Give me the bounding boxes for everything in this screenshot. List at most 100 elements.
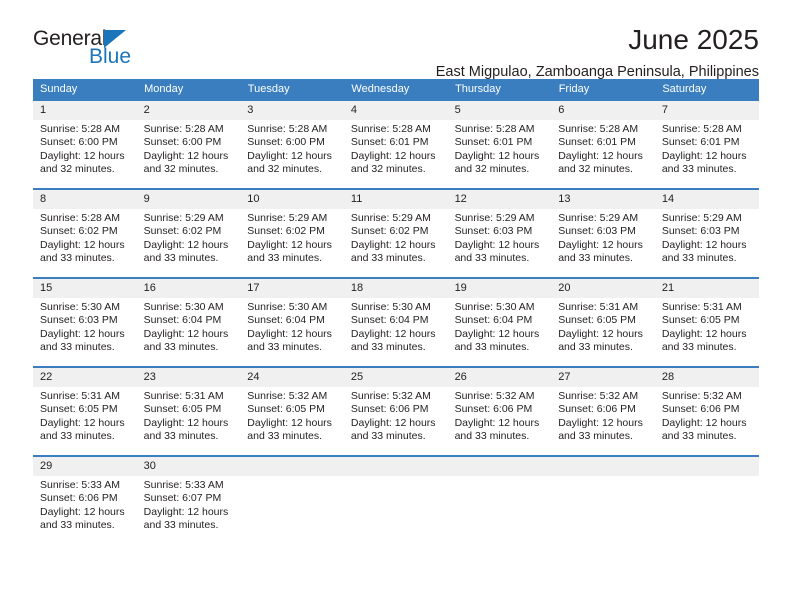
daylight-line-1-text: Daylight: 12 hours: [454, 327, 540, 340]
daylight-line-1-text: Daylight: 12 hours: [247, 416, 332, 429]
day-details: Sunrise: 5:32 AM Sunset: 6:05 PM Daylight:…: [240, 387, 344, 443]
calendar-day-cell[interactable]: 1 Sunrise: 5:28 AM Sunset: 6:00 PM Daylight…: [33, 99, 137, 189]
daylight-line-2-text: and 33 minutes.: [247, 251, 322, 264]
general-blue-logo[interactable]: General Blue: [33, 28, 213, 76]
sunrise-text: Sunrise: 5:30 AM: [143, 301, 224, 313]
daylight-line-1-text: Daylight: 12 hours: [350, 327, 436, 340]
sunset-text: Sunset: 6:04 PM: [350, 314, 429, 327]
sunset-text: Sunset: 6:03 PM: [40, 314, 118, 327]
calendar-day-cell[interactable]: 28 Sunrise: 5:32 AM Sunset: 6:06 PM Dayligh…: [654, 366, 759, 456]
sunrise-text: Sunrise: 5:28 AM: [40, 212, 120, 224]
day-details: Sunrise: 5:32 AM Sunset: 6:06 PM Daylight:…: [551, 387, 655, 443]
sunrise-text: Sunrise: 5:33 AM: [143, 479, 224, 491]
calendar-day-cell[interactable]: 2 Sunrise: 5:28 AM Sunset: 6:00 PM Daylight…: [136, 99, 241, 189]
day-number: 5: [447, 101, 552, 120]
calendar-day-cell[interactable]: 24 Sunrise: 5:32 AM Sunset: 6:05 PM Dayligh…: [240, 366, 344, 456]
calendar-day-cell[interactable]: 27 Sunrise: 5:32 AM Sunset: 6:06 PM Dayligh…: [551, 366, 655, 456]
daylight-line-1-text: Daylight: 12 hours: [143, 238, 229, 251]
daylight-line-1-text: Daylight: 12 hours: [143, 416, 229, 429]
calendar-day-cell[interactable]: 6 Sunrise: 5:28 AM Sunset: 6:01 PM Daylight…: [551, 99, 655, 189]
calendar-day-cell[interactable]: 8 Sunrise: 5:28 AM Sunset: 6:02 PM Daylight…: [33, 188, 137, 278]
calendar-week-row: 1 Sunrise: 5:28 AM Sunset: 6:00 PM Daylight…: [33, 99, 759, 189]
calendar-day-cell[interactable]: 19 Sunrise: 5:30 AM Sunset: 6:04 PM Dayligh…: [447, 277, 552, 367]
sunrise-text: Sunrise: 5:29 AM: [350, 212, 431, 224]
day-details: Sunrise: 5:32 AM Sunset: 6:06 PM Daylight:…: [655, 387, 759, 443]
daylight-line-1-text: Daylight: 12 hours: [454, 149, 540, 162]
weekday-header-wednesday: Wednesday: [343, 79, 449, 100]
sunset-text: Sunset: 6:02 PM: [350, 225, 429, 238]
calendar-week-row: 29 Sunrise: 5:33 AM Sunset: 6:06 PM Dayligh…: [33, 455, 759, 545]
calendar-page: General Blue June 2025 East Migpulao, Za…: [0, 0, 792, 612]
calendar-day-cell[interactable]: 10 Sunrise: 5:29 AM Sunset: 6:02 PM Dayligh…: [240, 188, 344, 278]
calendar-day-cell[interactable]: 13 Sunrise: 5:29 AM Sunset: 6:03 PM Dayligh…: [551, 188, 655, 278]
weekday-header-sunday: Sunday: [33, 79, 138, 100]
sunset-text: Sunset: 6:03 PM: [454, 225, 533, 238]
day-number: 16: [136, 279, 241, 298]
calendar-day-cell[interactable]: 29 Sunrise: 5:33 AM Sunset: 6:06 PM Dayligh…: [33, 455, 137, 545]
sunrise-text: Sunrise: 5:29 AM: [247, 212, 328, 224]
calendar-day-cell[interactable]: 3 Sunrise: 5:28 AM Sunset: 6:00 PM Daylight…: [240, 99, 344, 189]
daylight-line-2-text: and 33 minutes.: [558, 251, 633, 264]
sunrise-text: Sunrise: 5:28 AM: [247, 123, 328, 135]
calendar-body: 1 Sunrise: 5:28 AM Sunset: 6:00 PM Daylight…: [33, 99, 759, 545]
sunrise-text: Sunrise: 5:30 AM: [247, 301, 328, 313]
daylight-line-1-text: Daylight: 12 hours: [350, 416, 436, 429]
day-number: 29: [33, 457, 137, 476]
calendar-day-cell[interactable]: 15 Sunrise: 5:30 AM Sunset: 6:03 PM Dayligh…: [33, 277, 137, 367]
calendar-day-cell[interactable]: 11 Sunrise: 5:29 AM Sunset: 6:02 PM Dayligh…: [343, 188, 448, 278]
daylight-line-2-text: and 33 minutes.: [40, 340, 115, 353]
sunset-text: Sunset: 6:04 PM: [143, 314, 222, 327]
calendar-header-row: Sunday Monday Tuesday Wednesday Thursday Frid…: [33, 79, 759, 100]
daylight-line-1-text: Daylight: 12 hours: [143, 149, 229, 162]
daylight-line-1-text: Daylight: 12 hours: [661, 149, 747, 162]
sunset-text: Sunset: 6:03 PM: [661, 225, 740, 238]
calendar-week-row: 22 Sunrise: 5:31 AM Sunset: 6:05 PM Dayligh…: [33, 366, 759, 456]
day-details: Sunrise: 5:28 AM Sunset: 6:02 PM Daylight:…: [33, 209, 137, 265]
daylight-line-1-text: Daylight: 12 hours: [661, 416, 747, 429]
day-details: Sunrise: 5:30 AM Sunset: 6:03 PM Daylight:…: [33, 298, 137, 354]
calendar-day-cell[interactable]: 23 Sunrise: 5:31 AM Sunset: 6:05 PM Dayligh…: [136, 366, 241, 456]
daylight-line-1-text: Daylight: 12 hours: [454, 238, 540, 251]
daylight-line-2-text: and 33 minutes.: [454, 429, 530, 442]
day-number: 11: [343, 190, 448, 209]
calendar-day-cell[interactable]: 5 Sunrise: 5:28 AM Sunset: 6:01 PM Daylight…: [447, 99, 552, 189]
calendar-day-cell-empty: [240, 455, 344, 545]
daylight-line-1-text: Daylight: 12 hours: [454, 416, 540, 429]
calendar-day-cell[interactable]: 21 Sunrise: 5:31 AM Sunset: 6:05 PM Dayligh…: [654, 277, 759, 367]
daylight-line-1-text: Daylight: 12 hours: [661, 238, 747, 251]
daylight-line-1-text: Daylight: 12 hours: [661, 327, 747, 340]
calendar-day-cell[interactable]: 30 Sunrise: 5:33 AM Sunset: 6:07 PM Dayligh…: [136, 455, 241, 545]
calendar-day-cell[interactable]: 20 Sunrise: 5:31 AM Sunset: 6:05 PM Dayligh…: [551, 277, 655, 367]
daylight-line-2-text: and 33 minutes.: [143, 518, 219, 531]
calendar-day-cell[interactable]: 26 Sunrise: 5:32 AM Sunset: 6:06 PM Dayligh…: [447, 366, 552, 456]
daylight-line-1-text: Daylight: 12 hours: [143, 505, 229, 518]
day-details: Sunrise: 5:29 AM Sunset: 6:02 PM Daylight:…: [137, 209, 241, 265]
day-number: 1: [33, 101, 137, 120]
calendar-day-cell[interactable]: 7 Sunrise: 5:28 AM Sunset: 6:01 PM Daylight…: [654, 99, 759, 189]
daylight-line-2-text: and 33 minutes.: [558, 429, 633, 442]
calendar-day-cell[interactable]: 14 Sunrise: 5:29 AM Sunset: 6:03 PM Dayligh…: [654, 188, 759, 278]
calendar-day-cell[interactable]: 4 Sunrise: 5:28 AM Sunset: 6:01 PM Daylight…: [343, 99, 448, 189]
calendar-day-cell[interactable]: 25 Sunrise: 5:32 AM Sunset: 6:06 PM Dayligh…: [343, 366, 448, 456]
calendar-day-cell[interactable]: 12 Sunrise: 5:29 AM Sunset: 6:03 PM Dayligh…: [447, 188, 552, 278]
daylight-line-1-text: Daylight: 12 hours: [350, 238, 436, 251]
calendar-day-cell[interactable]: 22 Sunrise: 5:31 AM Sunset: 6:05 PM Dayligh…: [33, 366, 137, 456]
sunset-text: Sunset: 6:05 PM: [661, 314, 740, 327]
daylight-line-2-text: and 33 minutes.: [350, 340, 426, 353]
sunset-text: Sunset: 6:06 PM: [454, 403, 533, 416]
sunset-text: Sunset: 6:05 PM: [558, 314, 636, 327]
weekday-header-saturday: Saturday: [654, 79, 759, 100]
calendar-day-cell[interactable]: 18 Sunrise: 5:30 AM Sunset: 6:04 PM Dayligh…: [343, 277, 448, 367]
sunset-text: Sunset: 6:05 PM: [40, 403, 118, 416]
daylight-line-1-text: Daylight: 12 hours: [350, 149, 436, 162]
calendar-day-cell[interactable]: 9 Sunrise: 5:29 AM Sunset: 6:02 PM Daylight…: [136, 188, 241, 278]
day-details: Sunrise: 5:30 AM Sunset: 6:04 PM Daylight:…: [448, 298, 552, 354]
daylight-line-2-text: and 33 minutes.: [454, 251, 530, 264]
day-details: Sunrise: 5:31 AM Sunset: 6:05 PM Daylight:…: [33, 387, 137, 443]
calendar-week-row: 15 Sunrise: 5:30 AM Sunset: 6:03 PM Dayligh…: [33, 277, 759, 367]
daylight-line-1-text: Daylight: 12 hours: [40, 238, 125, 251]
calendar-day-cell[interactable]: 17 Sunrise: 5:30 AM Sunset: 6:04 PM Dayligh…: [240, 277, 344, 367]
calendar-day-cell[interactable]: 16 Sunrise: 5:30 AM Sunset: 6:04 PM Dayligh…: [136, 277, 241, 367]
day-details: Sunrise: 5:32 AM Sunset: 6:06 PM Daylight:…: [448, 387, 552, 443]
day-details: Sunrise: 5:31 AM Sunset: 6:05 PM Daylight:…: [137, 387, 241, 443]
